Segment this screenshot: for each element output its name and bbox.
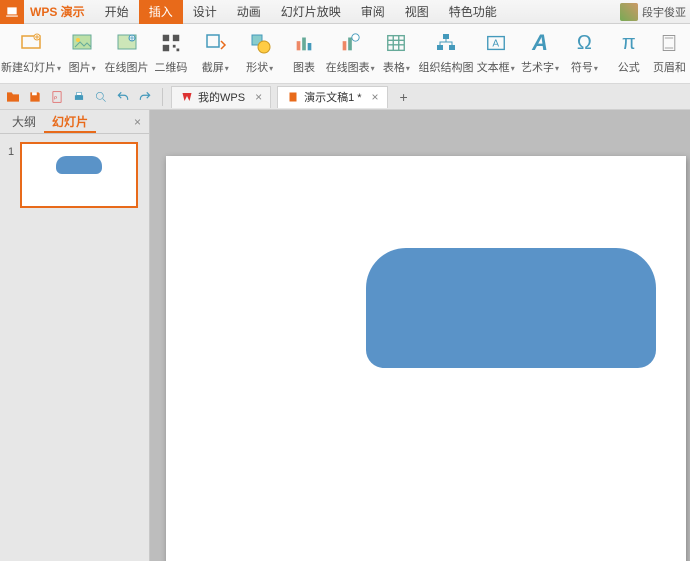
thumbnail-list: 1 <box>0 134 149 561</box>
menu-special[interactable]: 特色功能 <box>439 0 507 24</box>
thumbnail-item[interactable]: 1 <box>8 142 141 208</box>
symbol-icon: Ω <box>571 30 597 56</box>
online-image-icon <box>114 30 140 56</box>
new-tab-button[interactable]: + <box>394 89 414 105</box>
header-footer-button[interactable]: 页眉和 <box>651 28 688 84</box>
menu-design[interactable]: 设计 <box>183 0 227 24</box>
symbol-button[interactable]: Ω 符号▾ <box>562 28 606 84</box>
undo-icon[interactable] <box>114 88 132 106</box>
header-footer-icon <box>656 30 682 56</box>
qrcode-icon <box>158 30 184 56</box>
slide-number: 1 <box>8 146 20 208</box>
wordart-icon: A <box>527 30 553 56</box>
svg-text:P: P <box>54 95 57 100</box>
redo-icon[interactable] <box>136 88 154 106</box>
image-icon <box>69 30 95 56</box>
textbox-icon: A <box>483 30 509 56</box>
image-button[interactable]: 图片▾ <box>60 28 104 84</box>
formula-icon: π <box>616 30 642 56</box>
svg-text:A: A <box>492 39 499 50</box>
export-pdf-icon[interactable]: P <box>48 88 66 106</box>
online-image-button[interactable]: 在线图片 <box>104 28 148 84</box>
doctab-mywps[interactable]: 我的WPS × <box>171 86 271 108</box>
menu-insert[interactable]: 插入 <box>139 0 183 24</box>
orgchart-button[interactable]: 组织结构图 <box>419 28 474 84</box>
quick-access-toolbar: P 我的WPS × 演示文稿1 * × + <box>0 84 690 110</box>
orgchart-icon <box>433 30 459 56</box>
slide-panel-tabs: 大纲 幻灯片 × <box>0 110 149 134</box>
print-icon[interactable] <box>70 88 88 106</box>
user-area[interactable]: 段宇俊亚 <box>620 3 690 21</box>
menu-bar: WPS 演示 开始 插入 设计 动画 幻灯片放映 审阅 视图 特色功能 段宇俊亚 <box>0 0 690 24</box>
tab-outline[interactable]: 大纲 <box>4 111 44 133</box>
ribbon-insert: 新建幻灯片▾ 图片▾ 在线图片 二维码 截屏▾ 形状▾ 图表 在线图表▾ 表格▾… <box>0 24 690 84</box>
username: 段宇俊亚 <box>642 4 686 20</box>
table-icon <box>383 30 409 56</box>
print-preview-icon[interactable] <box>92 88 110 106</box>
app-logo <box>0 0 24 24</box>
slide[interactable] <box>166 156 686 561</box>
shape-icon <box>247 30 273 56</box>
new-slide-icon <box>18 30 44 56</box>
screenshot-icon <box>202 30 228 56</box>
menu-slideshow[interactable]: 幻灯片放映 <box>271 0 351 24</box>
presentation-file-icon <box>286 90 300 104</box>
formula-button[interactable]: π 公式 <box>607 28 651 84</box>
user-avatar-icon <box>620 3 638 21</box>
close-icon[interactable]: × <box>372 90 379 104</box>
online-chart-icon <box>337 30 363 56</box>
slide-panel: 大纲 幻灯片 × 1 <box>0 110 150 561</box>
wordart-button[interactable]: A 艺术字▾ <box>518 28 562 84</box>
chart-icon <box>291 30 317 56</box>
menu-start[interactable]: 开始 <box>95 0 139 24</box>
chart-button[interactable]: 图表 <box>282 28 326 84</box>
doctab-presentation1[interactable]: 演示文稿1 * × <box>277 86 387 108</box>
separator <box>162 88 163 106</box>
slide-thumbnail[interactable] <box>20 142 138 208</box>
menu-animation[interactable]: 动画 <box>227 0 271 24</box>
wps-logo-icon <box>180 90 194 104</box>
screenshot-button[interactable]: 截屏▾ <box>193 28 237 84</box>
save-icon[interactable] <box>26 88 44 106</box>
panel-close-icon[interactable]: × <box>134 115 145 129</box>
shape-button[interactable]: 形状▾ <box>237 28 281 84</box>
rounded-rectangle-shape[interactable] <box>366 248 656 368</box>
thumbnail-shape <box>56 156 102 174</box>
open-folder-icon[interactable] <box>4 88 22 106</box>
menu-review[interactable]: 审阅 <box>351 0 395 24</box>
qrcode-button[interactable]: 二维码 <box>149 28 193 84</box>
app-name: WPS 演示 <box>30 3 85 20</box>
textbox-button[interactable]: A 文本框▾ <box>474 28 518 84</box>
table-button[interactable]: 表格▾ <box>374 28 418 84</box>
slide-canvas-area[interactable] <box>150 110 690 561</box>
tab-slides[interactable]: 幻灯片 <box>44 111 96 133</box>
online-chart-button[interactable]: 在线图表▾ <box>326 28 374 84</box>
menu-view[interactable]: 视图 <box>395 0 439 24</box>
close-icon[interactable]: × <box>255 90 262 104</box>
workspace: 大纲 幻灯片 × 1 <box>0 110 690 561</box>
new-slide-button[interactable]: 新建幻灯片▾ <box>2 28 60 84</box>
